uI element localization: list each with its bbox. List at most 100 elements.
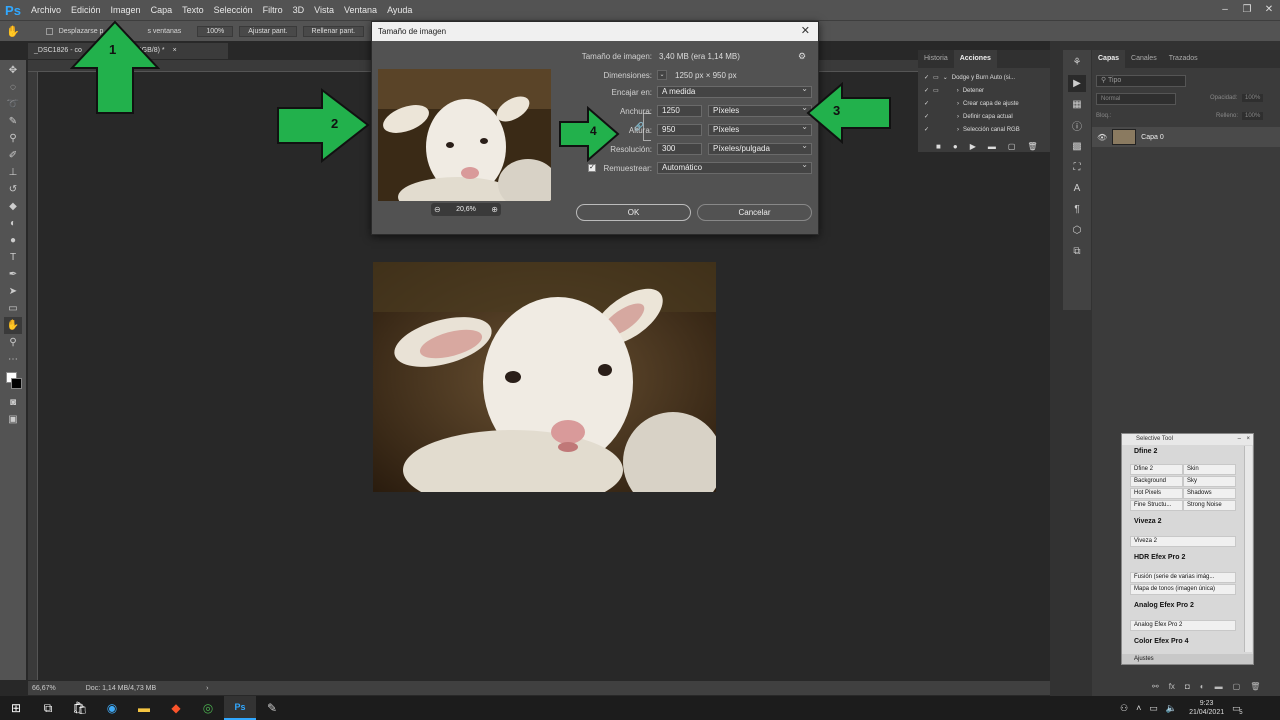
menu-ventana[interactable]: Ventana bbox=[339, 0, 382, 20]
network-icon[interactable]: ▭ bbox=[1149, 703, 1158, 714]
check-icon[interactable]: ✓ bbox=[924, 126, 929, 133]
brush-tool-icon[interactable]: ✐ bbox=[4, 147, 22, 164]
volume-icon[interactable]: 🔈 bbox=[1166, 703, 1177, 714]
tray-chevron-icon[interactable]: ˄ bbox=[1136, 703, 1141, 713]
eraser-tool-icon[interactable]: ◆ bbox=[4, 198, 22, 215]
action-row[interactable]: ✓ › Crear capa de ajuste bbox=[918, 97, 1050, 110]
lasso-tool-icon[interactable]: ➰ bbox=[4, 96, 22, 113]
tab-historia[interactable]: Historia bbox=[918, 50, 954, 68]
fill-value[interactable]: 100% bbox=[1242, 112, 1264, 120]
ok-button[interactable]: OK bbox=[576, 204, 691, 221]
stop-icon[interactable]: ■ bbox=[936, 142, 941, 151]
ajustes-label[interactable]: Ajustes bbox=[1134, 656, 1154, 662]
dialog-toggle-icon[interactable]: ▭ bbox=[933, 87, 939, 94]
close-icon[interactable]: ✕ bbox=[1258, 0, 1280, 20]
dfine-item[interactable]: Shadows bbox=[1183, 488, 1236, 499]
hand-tool-icon[interactable]: ✋ bbox=[4, 317, 22, 334]
info-icon[interactable]: ⓘ bbox=[1068, 117, 1086, 134]
checkbox-icon[interactable] bbox=[45, 27, 53, 35]
dodge-tool-icon[interactable]: ● bbox=[4, 232, 22, 249]
path-select-tool-icon[interactable]: ➤ bbox=[4, 283, 22, 300]
dimensions-dropdown-icon[interactable]: ⌄ bbox=[657, 70, 667, 80]
actions-panel-icon[interactable]: ▶ bbox=[1068, 75, 1086, 92]
character-icon[interactable]: A bbox=[1068, 180, 1086, 197]
menu-imagen[interactable]: Imagen bbox=[106, 0, 146, 20]
quick-mask-icon[interactable]: ◙ bbox=[4, 394, 22, 411]
expand-icon[interactable]: › bbox=[957, 88, 959, 94]
close-icon[interactable]: × bbox=[1246, 434, 1250, 445]
menu-vista[interactable]: Vista bbox=[309, 0, 339, 20]
menu-archivo[interactable]: Archivo bbox=[26, 0, 66, 20]
zoom-100-button[interactable]: 100% bbox=[197, 25, 234, 37]
play-icon[interactable]: ▶ bbox=[970, 142, 976, 151]
height-input[interactable]: 950 bbox=[657, 124, 702, 136]
group-icon[interactable]: ▬ bbox=[1215, 682, 1223, 691]
grid-icon[interactable]: ▩ bbox=[1068, 138, 1086, 155]
blend-mode-select[interactable]: Normal bbox=[1096, 93, 1176, 105]
hand-tool-icon[interactable]: ✋ bbox=[6, 25, 20, 38]
dfine-item[interactable]: Strong Noise bbox=[1183, 500, 1236, 511]
height-unit-select[interactable]: Píxeles bbox=[708, 122, 812, 136]
tab-acciones[interactable]: Acciones bbox=[953, 50, 997, 68]
eyedropper-tool-icon[interactable]: ⚲ bbox=[4, 130, 22, 147]
new-action-icon[interactable]: ▢ bbox=[1008, 142, 1016, 151]
color-panel-icon[interactable]: ⚘ bbox=[1068, 54, 1086, 71]
delete-layer-icon[interactable]: 🗑 bbox=[1250, 682, 1260, 691]
photoshop-taskbar-icon[interactable]: Ps bbox=[224, 696, 256, 720]
notification-icon[interactable]: ▭ 5 bbox=[1232, 703, 1243, 716]
close-icon[interactable]: ✕ bbox=[801, 22, 810, 41]
fit-screen-button[interactable]: Ajustar pant. bbox=[239, 25, 297, 37]
screen-mode-icon[interactable]: ▣ bbox=[4, 411, 22, 428]
layer-row[interactable]: 👁 Capa 0 bbox=[1092, 127, 1280, 147]
dfine-item[interactable]: Skin bbox=[1183, 464, 1236, 475]
layer-search-input[interactable]: ⚲ Tipo bbox=[1096, 75, 1186, 87]
dialog-toggle-icon[interactable]: ▭ bbox=[933, 74, 939, 81]
quick-select-tool-icon[interactable]: ✎ bbox=[4, 113, 22, 130]
adjustments-icon[interactable]: ⛶ bbox=[1068, 159, 1086, 176]
move-tool-icon[interactable]: ✥ bbox=[4, 62, 22, 79]
menu-3d[interactable]: 3D bbox=[288, 0, 310, 20]
zoom-in-icon[interactable]: ⊕ bbox=[491, 205, 498, 214]
paint-icon[interactable]: ✎ bbox=[256, 696, 288, 720]
resolution-input[interactable]: 300 bbox=[657, 143, 702, 155]
windows-start-icon[interactable]: ⊞ bbox=[0, 696, 32, 720]
check-icon[interactable]: ✓ bbox=[924, 87, 929, 94]
menu-seleccion[interactable]: Selección bbox=[209, 0, 258, 20]
check-icon[interactable]: ✓ bbox=[924, 74, 929, 81]
type-tool-icon[interactable]: T bbox=[4, 249, 22, 266]
delete-icon[interactable]: 🗑 bbox=[1027, 142, 1037, 151]
selective-tool-scrollbar[interactable] bbox=[1244, 446, 1252, 652]
opacity-value[interactable]: 100% bbox=[1242, 94, 1264, 102]
check-icon[interactable]: ✓ bbox=[924, 100, 929, 107]
file-explorer-icon[interactable]: ▬ bbox=[128, 696, 160, 720]
link-layers-icon[interactable]: ⚯ bbox=[1152, 682, 1159, 691]
stamp-tool-icon[interactable]: ⊥ bbox=[4, 164, 22, 181]
zoom-tool-icon[interactable]: ⚲ bbox=[4, 334, 22, 351]
dfine-item[interactable]: Background bbox=[1130, 476, 1183, 487]
width-unit-select[interactable]: Píxeles bbox=[708, 103, 812, 117]
3d-icon[interactable]: ⬡ bbox=[1068, 222, 1086, 239]
history-brush-icon[interactable]: ↺ bbox=[4, 181, 22, 198]
action-row[interactable]: ✓ ▭ › Detener bbox=[918, 84, 1050, 97]
action-row[interactable]: ✓ ▭ ⌄ Dodge y Burn Auto (si... bbox=[918, 71, 1050, 84]
new-layer-icon[interactable]: ▢ bbox=[1233, 682, 1241, 691]
resolution-unit-select[interactable]: Píxeles/pulgada bbox=[708, 141, 812, 155]
dfine-item[interactable]: Hot Pixels bbox=[1130, 488, 1183, 499]
folder-icon[interactable]: ▬ bbox=[988, 142, 996, 151]
record-icon[interactable]: ● bbox=[953, 142, 958, 151]
fx-icon[interactable]: fx bbox=[1169, 682, 1175, 691]
dfine-item[interactable]: Sky bbox=[1183, 476, 1236, 487]
people-icon[interactable]: ⚇ bbox=[1120, 703, 1128, 714]
menu-edicion[interactable]: Edición bbox=[66, 0, 106, 20]
paragraph-icon[interactable]: ¶ bbox=[1068, 201, 1086, 218]
gradient-tool-icon[interactable]: ◐ bbox=[4, 215, 22, 232]
action-row[interactable]: ✓ › Selección canal RGB bbox=[918, 123, 1050, 136]
cancel-button[interactable]: Cancelar bbox=[697, 204, 812, 221]
viveza-item[interactable]: Viveza 2 bbox=[1130, 536, 1236, 547]
check-icon[interactable]: ✓ bbox=[924, 113, 929, 120]
menu-filtro[interactable]: Filtro bbox=[258, 0, 288, 20]
edge-icon[interactable]: ◉ bbox=[96, 696, 128, 720]
brave-icon[interactable]: ◆ bbox=[160, 696, 192, 720]
hdr-item[interactable]: Fusión (serie de varias imág... bbox=[1130, 572, 1236, 583]
mask-icon[interactable]: ◘ bbox=[1185, 682, 1190, 691]
